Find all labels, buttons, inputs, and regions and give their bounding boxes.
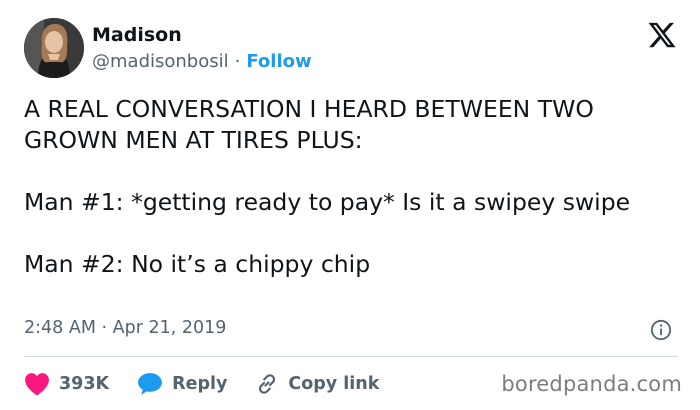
like-count: 393K (59, 374, 110, 394)
tweet-line-man-1: Man #1: *getting ready to pay* Is it a s… (24, 188, 631, 216)
copy-link-label: Copy link (288, 374, 380, 394)
tweet-time: 2:48 AM (24, 318, 96, 338)
speech-bubble-icon (138, 373, 163, 395)
tweet-timestamp[interactable]: 2:48 AM · Apr 21, 2019 (24, 318, 226, 338)
timestamp-separator: · (101, 318, 108, 338)
like-button[interactable]: 393K (24, 372, 109, 396)
reply-label: Reply (172, 374, 228, 394)
link-icon (259, 374, 276, 394)
follow-button[interactable]: Follow (246, 51, 311, 72)
tweet-line-heading: A REAL CONVERSATION I HEARD BETWEEN TWO … (24, 95, 594, 154)
tweet-date: Apr 21, 2019 (112, 318, 227, 338)
reply-button[interactable]: Reply (137, 372, 227, 396)
x-logo-icon[interactable] (647, 20, 677, 50)
info-icon[interactable] (650, 319, 672, 341)
tweet-header: Madison @madisonbosil · Follow (24, 18, 679, 80)
avatar[interactable] (24, 18, 84, 78)
author-handle[interactable]: @madisonbosil (92, 51, 229, 72)
watermark: boredpanda.com (501, 372, 682, 396)
author-name[interactable]: Madison (92, 24, 182, 46)
divider (24, 356, 678, 357)
copy-link-button[interactable]: Copy link (255, 372, 379, 396)
tweet-line-man-2: Man #2: No it’s a chippy chip (24, 250, 371, 278)
author-handle-row: @madisonbosil · Follow (92, 51, 312, 72)
action-bar: 393K Reply Copy link (24, 370, 407, 398)
tweet-text: A REAL CONVERSATION I HEARD BETWEEN TWO … (24, 94, 674, 280)
heart-icon (25, 373, 49, 396)
handle-separator: · (234, 51, 241, 72)
